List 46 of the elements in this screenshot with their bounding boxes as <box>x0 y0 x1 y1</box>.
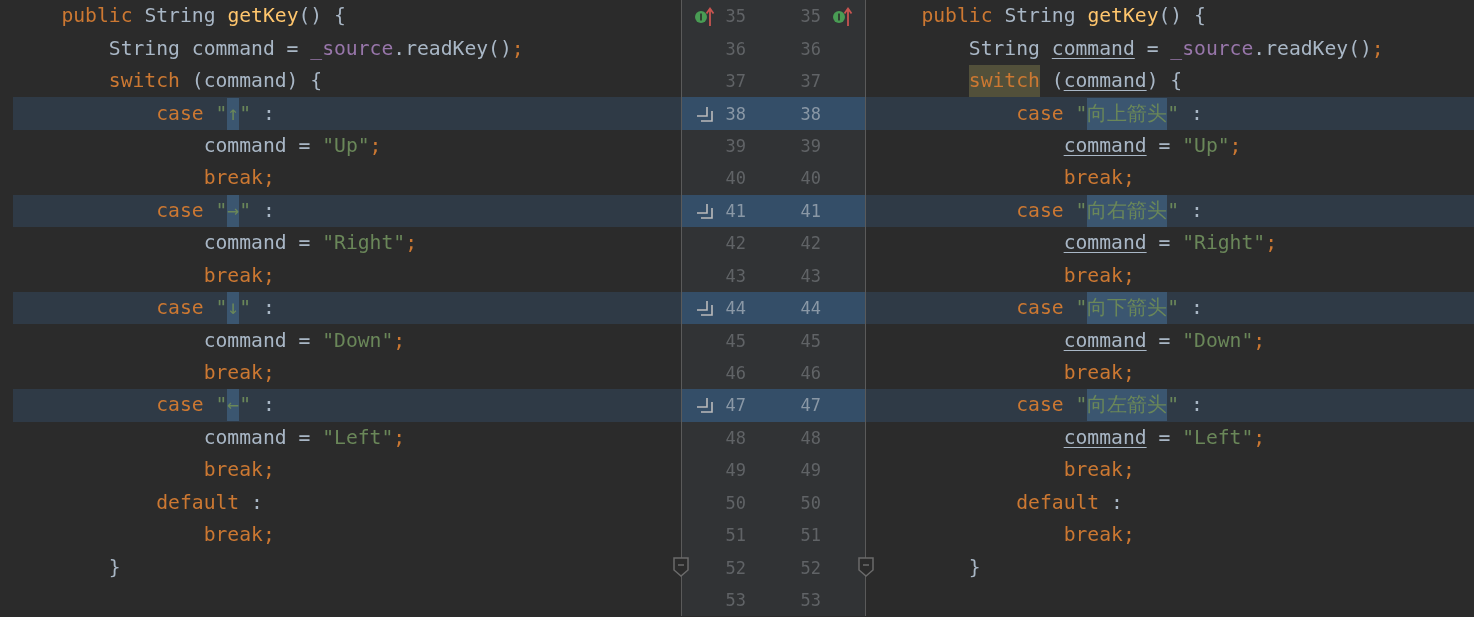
fold-icon[interactable] <box>673 557 689 578</box>
code-line: command = "Right"; <box>203 230 417 257</box>
code-line: break; <box>1063 522 1135 549</box>
code-line: command = "Right"; <box>1063 230 1278 257</box>
code-line: command = "Up"; <box>1063 132 1242 159</box>
code-line: switch (command) { <box>968 65 1183 98</box>
code-line: case "←" : <box>156 389 275 422</box>
code-line: case "↓" : <box>156 292 275 325</box>
line-number: 38 <box>799 103 821 124</box>
code-line: break; <box>203 457 275 484</box>
code-line: public String getKey() { <box>921 3 1206 30</box>
code-line: switch (command) { <box>108 68 323 95</box>
code-line: public String getKey() { <box>61 3 346 30</box>
code-line: break; <box>1063 457 1135 484</box>
code-line: command = "Up"; <box>203 132 382 159</box>
code-line: default : <box>156 489 263 516</box>
code-line: break; <box>203 522 275 549</box>
code-line: command = "Down"; <box>203 327 406 354</box>
code-line: break; <box>203 165 275 192</box>
line-number: 41 <box>724 200 746 221</box>
code-line: } <box>968 554 981 581</box>
code-line: command = "Left"; <box>1063 424 1266 451</box>
code-line: command = "Left"; <box>203 424 406 451</box>
override-icon[interactable] <box>695 6 715 27</box>
code-line: default : <box>1016 489 1123 516</box>
code-line: break; <box>1063 165 1135 192</box>
code-line: break; <box>203 262 275 289</box>
code-line: break; <box>1063 360 1135 387</box>
code-line: } <box>108 554 121 581</box>
code-line: break; <box>1063 262 1135 289</box>
line-number: 44 <box>799 298 821 319</box>
code-line: command = "Down"; <box>1063 327 1266 354</box>
line-number: 38 <box>724 103 746 124</box>
code-line: case "→" : <box>156 194 275 227</box>
code-line: case "↑" : <box>156 97 275 130</box>
fold-icon[interactable] <box>858 557 874 578</box>
line-number: 47 <box>724 395 746 416</box>
line-number: 41 <box>799 200 821 221</box>
line-number: 47 <box>799 395 821 416</box>
apply-change-icon[interactable] <box>695 298 715 319</box>
line-number: 44 <box>724 298 746 319</box>
code-line: break; <box>203 360 275 387</box>
apply-change-icon[interactable] <box>695 395 715 416</box>
override-icon[interactable] <box>833 6 853 27</box>
code-line: String command = _source.readKey(); <box>108 35 524 62</box>
code-line: String command = _source.readKey(); <box>968 35 1384 62</box>
